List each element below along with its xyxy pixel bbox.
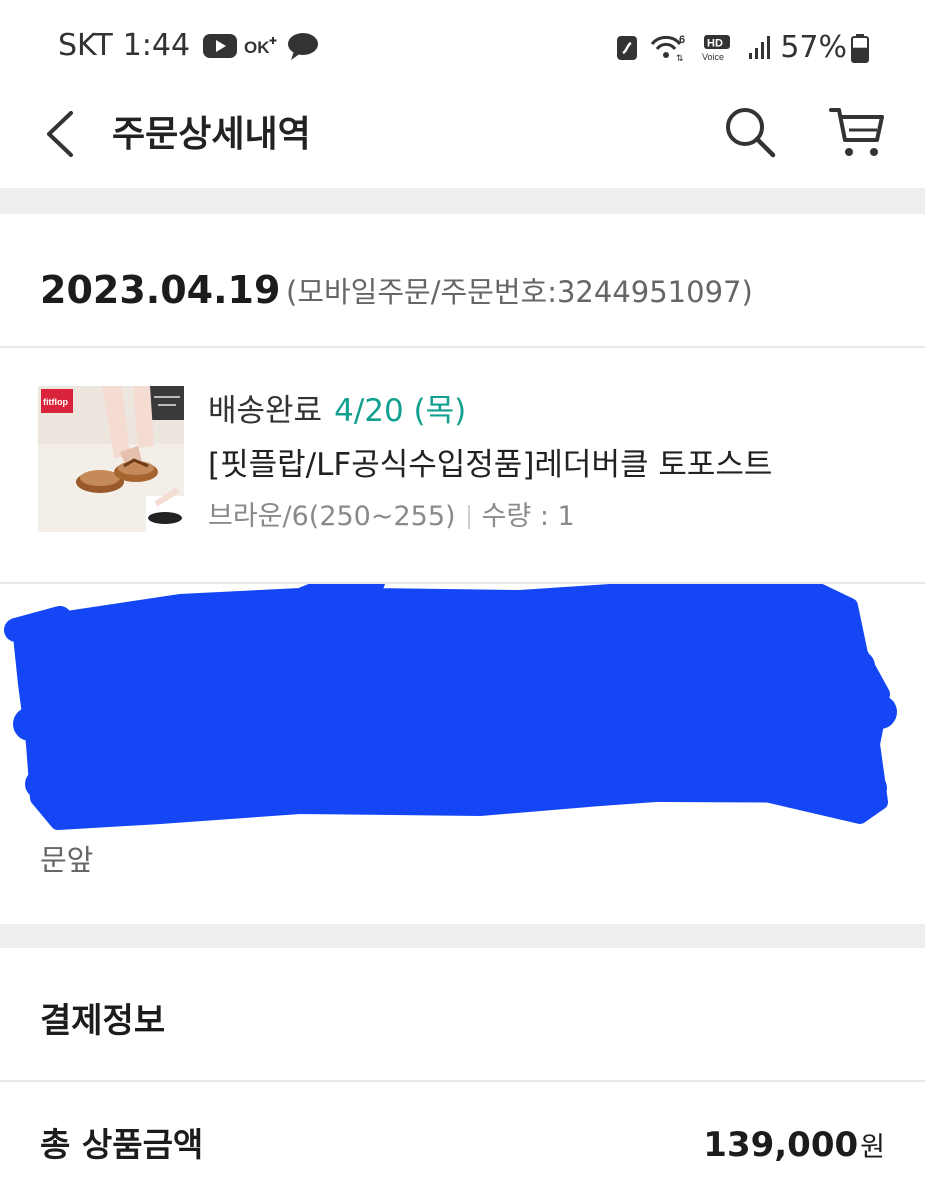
sandal-product-image: fitflop bbox=[38, 386, 184, 532]
product-options: 브라운/6(250~255) 수량 : 1 bbox=[208, 496, 575, 538]
delivery-date: 4/20 (목) bbox=[334, 393, 467, 429]
wifi-badge-text: 6 bbox=[679, 34, 685, 46]
back-chevron-icon bbox=[43, 109, 77, 163]
section-separator bbox=[0, 924, 925, 948]
brand-logo-text: fitflop bbox=[43, 397, 68, 407]
address-detail: 문앞 bbox=[40, 843, 94, 877]
page-title: 주문상세내역 bbox=[112, 114, 311, 155]
currency-unit: 원 bbox=[860, 1132, 885, 1163]
carrier-label: SKT bbox=[58, 28, 113, 63]
talk-bubble-icon bbox=[286, 31, 320, 61]
hd-voice-icon: HD Voice bbox=[700, 34, 736, 62]
payment-heading: 결제정보 bbox=[40, 1001, 166, 1041]
hd-badge-text: HD bbox=[707, 37, 723, 49]
app-header: 주문상세내역 bbox=[0, 100, 925, 188]
wifi-icon: 6 ⇅ bbox=[650, 33, 688, 63]
clock: 1:44 bbox=[122, 28, 191, 63]
product-option: 브라운/6(250~255) bbox=[208, 501, 456, 532]
cart-icon bbox=[828, 104, 886, 164]
cart-button[interactable] bbox=[826, 104, 888, 164]
product-name[interactable]: [핏플랍/LF공식수입정품]레더버클 토포스트 bbox=[208, 442, 772, 488]
youtube-icon bbox=[202, 33, 238, 59]
nfc-icon bbox=[616, 35, 638, 61]
status-right: 6 ⇅ HD Voice 57% bbox=[604, 30, 869, 65]
ok-cashbag-icon: OK bbox=[244, 33, 280, 59]
order-date: 2023.04.19 bbox=[40, 268, 281, 312]
battery-icon bbox=[851, 33, 869, 63]
search-icon bbox=[723, 105, 777, 163]
search-button[interactable] bbox=[720, 104, 780, 164]
status-bar: SKT 1:44 OK 6 ⇅ HD Voice 57% bbox=[0, 0, 925, 100]
back-button[interactable] bbox=[38, 108, 82, 164]
option-separator bbox=[467, 505, 470, 529]
voice-badge-text: Voice bbox=[702, 52, 724, 62]
section-separator bbox=[0, 188, 925, 214]
product-thumbnail[interactable]: fitflop bbox=[38, 386, 184, 532]
total-amount: 139,000원 bbox=[703, 1118, 885, 1178]
divider bbox=[0, 1080, 925, 1082]
ok-badge-text: OK bbox=[244, 38, 270, 57]
battery-level: 57% bbox=[780, 30, 847, 65]
order-meta: (모바일주문/주문번호:3244951097) bbox=[286, 275, 753, 309]
svg-text:⇅: ⇅ bbox=[676, 54, 684, 63]
delivery-status: 배송완료 bbox=[208, 393, 323, 429]
total-amount-number: 139,000 bbox=[703, 1125, 859, 1165]
signal-icon bbox=[748, 35, 771, 61]
total-label: 총 상품금액 bbox=[40, 1125, 204, 1164]
redaction-scribble bbox=[4, 584, 897, 830]
product-quantity: 수량 : 1 bbox=[481, 501, 575, 532]
divider bbox=[0, 346, 925, 348]
delivery-info: 배송완료 4/20 (목) bbox=[208, 388, 466, 434]
status-left: SKT 1:44 OK bbox=[58, 28, 326, 63]
shipping-address-section: 문앞 bbox=[0, 584, 925, 924]
